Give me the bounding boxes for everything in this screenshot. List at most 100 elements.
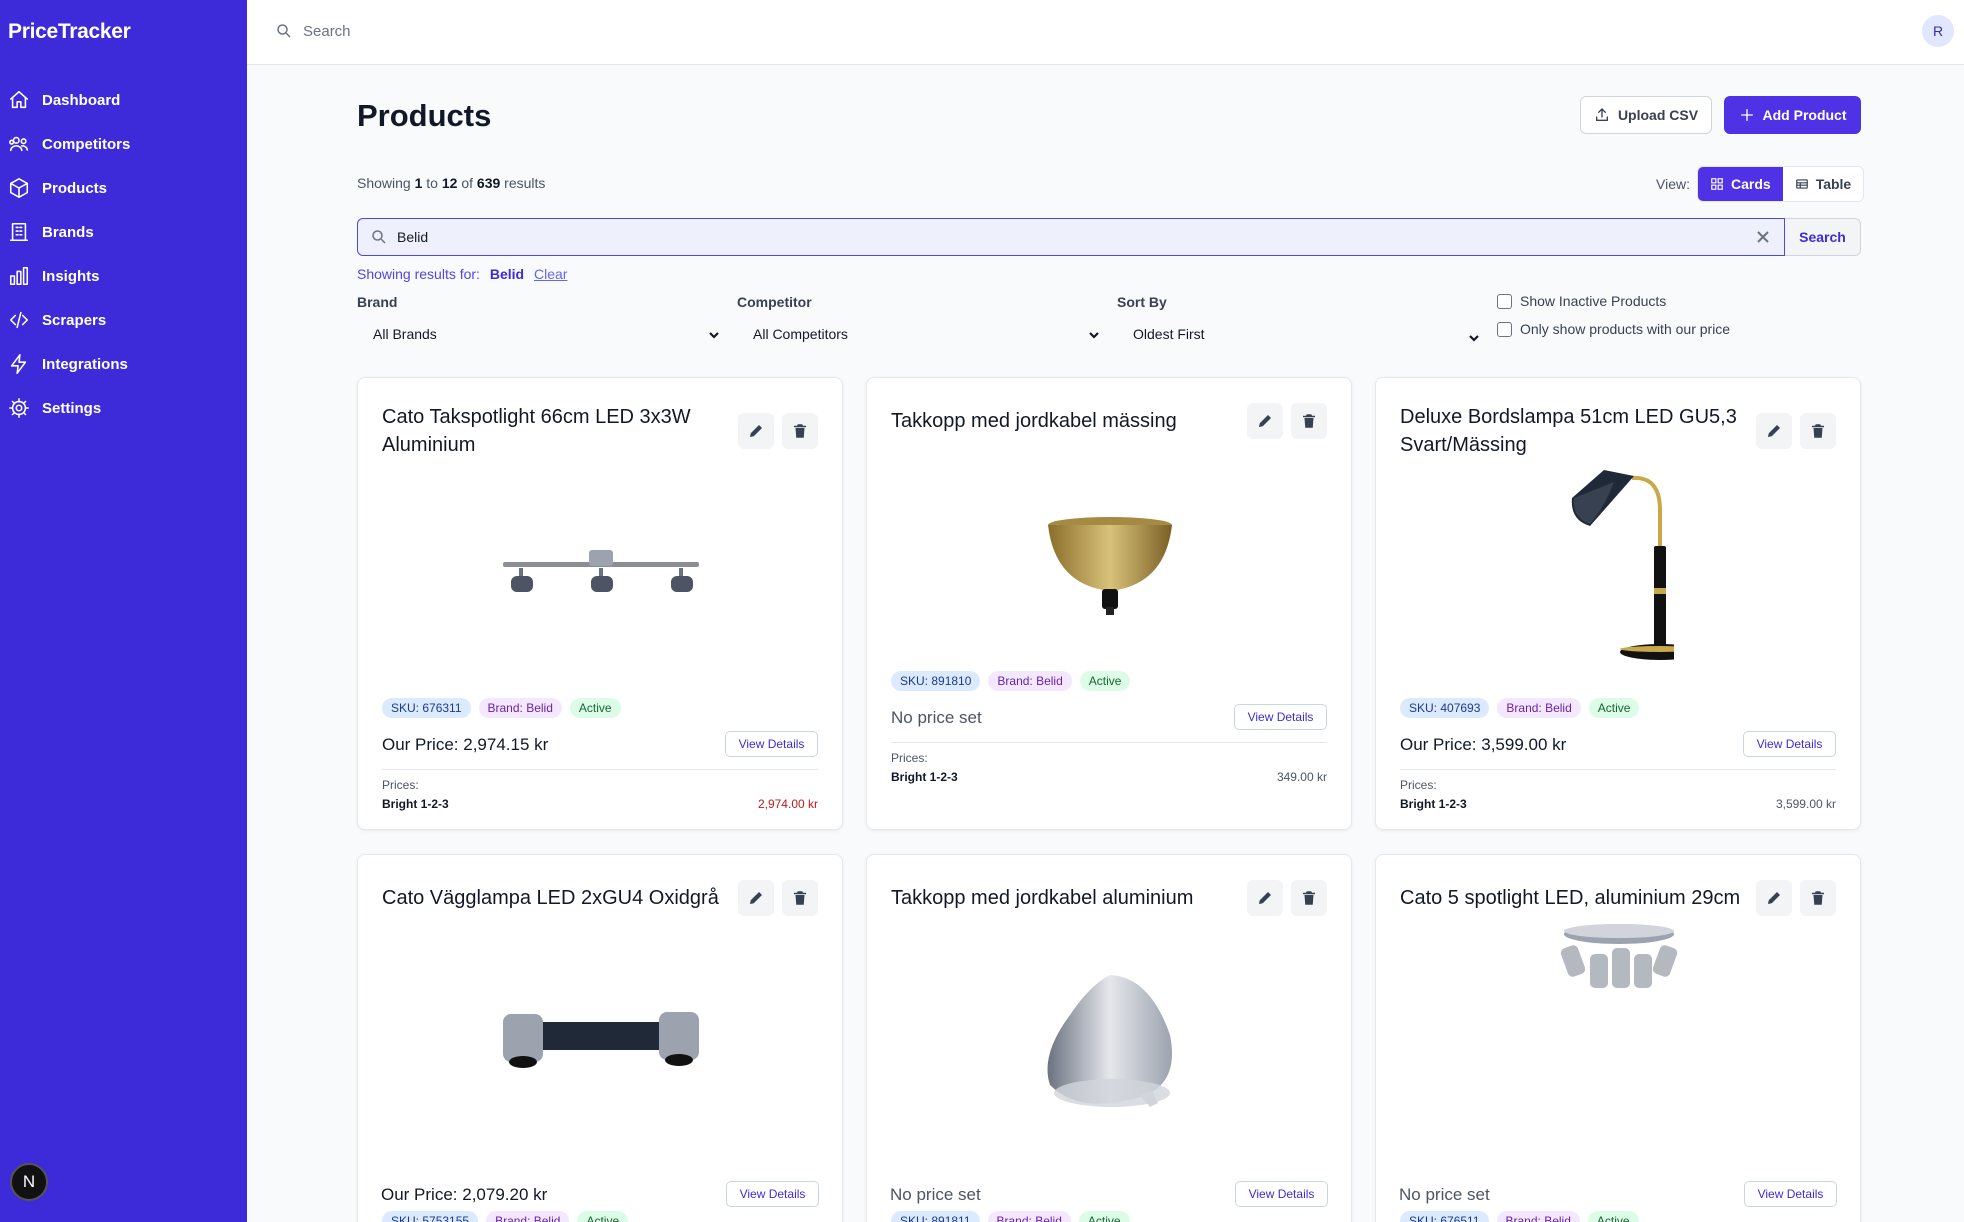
view-details-button[interactable]: View Details [1234, 704, 1327, 730]
view-toggle: Cards Table [1697, 166, 1865, 202]
product-card[interactable]: Deluxe Bordslampa 51cm LED GU5,3 Svart/M… [1375, 377, 1861, 830]
view-label: View: [1656, 176, 1690, 192]
table-icon [1795, 179, 1808, 189]
delete-button[interactable] [1800, 413, 1836, 449]
competitor-name: Bright 1-2-3 [1400, 797, 1467, 811]
delete-button[interactable] [782, 413, 818, 449]
badge-row: SKU: 407693 Brand: Belid Active [1400, 698, 1640, 718]
badge-row: SKU: 5753155 Brand: Belid Active [382, 1211, 629, 1222]
view-cards-button[interactable]: Cards [1698, 167, 1783, 201]
product-title[interactable]: Takkopp med jordkabel mässing [891, 407, 1231, 435]
view-details-button[interactable]: View Details [725, 731, 818, 757]
prices-label: Prices: [891, 751, 928, 765]
code-icon [9, 311, 29, 329]
view-details-button[interactable]: View Details [726, 1181, 819, 1207]
clear-search-link[interactable]: Clear [534, 266, 567, 282]
delete-button[interactable] [1291, 880, 1327, 916]
sku-badge: SKU: 676311 [382, 698, 471, 718]
upload-csv-button[interactable]: Upload CSV [1580, 96, 1712, 134]
product-title[interactable]: Takkopp med jordkabel aluminium [891, 884, 1231, 912]
sidebar-item-integrations[interactable]: Integrations [0, 342, 247, 386]
badge-row: SKU: 891810 Brand: Belid Active [891, 671, 1131, 691]
competitor-name: Bright 1-2-3 [891, 770, 958, 784]
sku-badge: SKU: 5753155 [382, 1211, 479, 1222]
sidebar-item-settings[interactable]: Settings [0, 386, 247, 430]
brand-badge: Brand: Belid [1497, 698, 1581, 718]
brand-select[interactable]: All Brands [357, 319, 720, 349]
search-button[interactable]: Search [1785, 218, 1861, 256]
page-title: Products [357, 98, 492, 133]
pencil-icon [1259, 415, 1271, 427]
product-image [358, 473, 842, 683]
view-details-button[interactable]: View Details [1235, 1181, 1328, 1207]
building-icon [9, 222, 29, 242]
sidebar-item-insights[interactable]: Insights [0, 254, 247, 298]
product-search-input[interactable]: Belid [357, 218, 1785, 256]
competitor-select[interactable]: All Competitors [737, 319, 1100, 349]
pencil-icon [750, 425, 762, 437]
avatar[interactable]: R [1922, 15, 1954, 47]
product-card[interactable]: Takkopp med jordkabel aluminium SKU: 891… [866, 854, 1352, 1222]
bar-chart-icon [9, 266, 29, 286]
global-search[interactable]: Search [275, 22, 351, 40]
showing-of-word: of [461, 175, 474, 191]
competitor-price: 349.00 kr [1276, 770, 1327, 784]
product-card[interactable]: Cato Takspotlight 66cm LED 3x3W Aluminiu… [357, 377, 843, 830]
view-details-button[interactable]: View Details [1744, 1181, 1837, 1207]
divider [1400, 769, 1836, 770]
product-card[interactable]: Cato Vägglampa LED 2xGU4 Oxidgrå SKU: 57… [357, 854, 843, 1222]
search-input[interactable]: Search [303, 23, 351, 40]
product-title[interactable]: Deluxe Bordslampa 51cm LED GU5,3 Svart/M… [1400, 403, 1740, 459]
edit-button[interactable] [1247, 880, 1283, 916]
home-icon [9, 90, 29, 109]
pencil-icon [1259, 892, 1271, 904]
sidebar-nav: Dashboard Competitors Products Brands In… [0, 78, 247, 430]
sidebar-item-brands[interactable]: Brands [0, 210, 247, 254]
show-inactive-label: Show Inactive Products [1520, 293, 1667, 309]
product-card[interactable]: Cato 5 spotlight LED, aluminium 29cm SKU… [1375, 854, 1861, 1222]
our-price: No price set [1399, 1185, 1490, 1204]
divider [382, 769, 818, 770]
sidebar-item-scrapers[interactable]: Scrapers [0, 298, 247, 342]
view-table-button[interactable]: Table [1783, 167, 1864, 201]
product-image [358, 935, 842, 1145]
our-price: No price set [891, 708, 982, 727]
our-price-only-checkbox[interactable]: Only show products with our price [1497, 321, 1730, 337]
show-inactive-checkbox[interactable]: Show Inactive Products [1497, 293, 1666, 309]
sidebar-item-label: Settings [42, 399, 102, 417]
sku-badge: SKU: 676511 [1400, 1211, 1489, 1222]
sidebar: PriceTracker Dashboard Competitors Produ… [0, 0, 247, 1222]
view-cards-label: Cards [1731, 176, 1771, 192]
sort-select[interactable]: Oldest First [1117, 319, 1480, 349]
sidebar-item-competitors[interactable]: Competitors [0, 122, 247, 166]
app-logo[interactable]: PriceTracker [8, 20, 131, 44]
upload-icon [1595, 108, 1608, 121]
edit-button[interactable] [738, 880, 774, 916]
checkbox[interactable] [1497, 321, 1512, 337]
sidebar-item-label: Dashboard [42, 91, 121, 109]
product-title[interactable]: Cato Vägglampa LED 2xGU4 Oxidgrå [382, 884, 742, 912]
add-product-button[interactable]: Add Product [1724, 96, 1861, 134]
competitor-filter-label: Competitor [737, 294, 812, 310]
search-icon [277, 24, 291, 38]
product-card[interactable]: Takkopp med jordkabel mässing SKU: 89181… [866, 377, 1352, 830]
delete-button[interactable] [782, 880, 818, 916]
chevron-down-icon [709, 332, 719, 339]
checkbox[interactable] [1497, 293, 1512, 309]
product-image [867, 935, 1351, 1145]
sidebar-item-label: Insights [42, 267, 100, 285]
close-icon[interactable] [1756, 230, 1770, 244]
sidebar-item-dashboard[interactable]: Dashboard [0, 78, 247, 122]
delete-button[interactable] [1291, 403, 1327, 439]
edit-button[interactable] [1756, 413, 1792, 449]
sidebar-item-label: Integrations [42, 355, 128, 373]
product-title[interactable]: Cato Takspotlight 66cm LED 3x3W Aluminiu… [382, 403, 722, 459]
edit-button[interactable] [738, 413, 774, 449]
view-details-button[interactable]: View Details [1743, 731, 1836, 757]
edit-button[interactable] [1247, 403, 1283, 439]
sidebar-item-label: Competitors [42, 135, 131, 153]
sidebar-item-products[interactable]: Products [0, 166, 247, 210]
search-icon [372, 230, 386, 244]
pencil-icon [750, 892, 762, 904]
dev-tools-badge[interactable]: N [10, 1163, 48, 1201]
